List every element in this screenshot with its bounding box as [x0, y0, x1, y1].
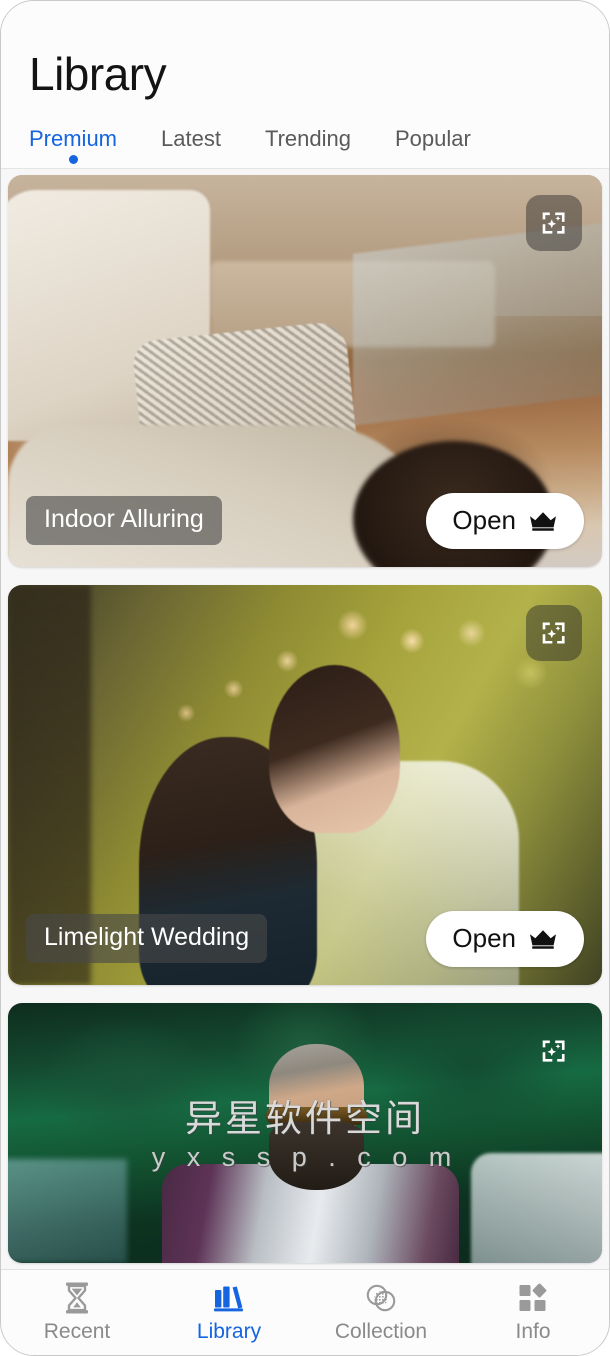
open-button[interactable]: Open — [426, 492, 584, 549]
nav-item-info[interactable]: Info — [457, 1270, 609, 1355]
crown-icon — [530, 511, 556, 531]
nav-item-collection[interactable]: Collection — [305, 1270, 457, 1355]
tab-popular[interactable]: Popular — [395, 126, 471, 168]
auto-enhance-icon[interactable] — [526, 604, 582, 661]
tab-active-dot-indicator — [68, 154, 78, 164]
open-button-label: Open — [452, 923, 516, 954]
hourglass-icon — [62, 1281, 92, 1315]
card-title: Limelight Wedding — [26, 913, 268, 963]
tab-bar: Premium Latest Trending Popular — [1, 100, 609, 168]
shapes-grid-icon — [517, 1281, 549, 1315]
template-card[interactable]: Limelight Wedding Open — [8, 584, 602, 985]
template-card-list[interactable]: Indoor Alluring Open Limelight Wedding O… — [1, 168, 609, 1269]
template-card[interactable]: Indoor Alluring Open — [8, 174, 602, 567]
overlapping-circles-icon — [364, 1281, 398, 1315]
card-thumbnail-outdoor — [8, 1002, 602, 1263]
auto-enhance-icon[interactable] — [526, 1023, 582, 1079]
page-title: Library — [29, 48, 167, 100]
tab-trending-label: Trending — [264, 125, 351, 151]
open-button[interactable]: Open — [426, 910, 584, 967]
books-icon — [212, 1281, 246, 1315]
nav-item-collection-label: Collection — [334, 1320, 428, 1343]
tab-premium[interactable]: Premium — [29, 126, 117, 168]
template-card[interactable] — [8, 1002, 602, 1263]
tab-popular-label: Popular — [394, 125, 471, 151]
nav-item-recent[interactable]: Recent — [1, 1270, 153, 1355]
nav-item-library-label: Library — [196, 1320, 262, 1343]
tab-premium-label: Premium — [29, 125, 118, 151]
card-title: Indoor Alluring — [26, 495, 222, 545]
crown-icon — [530, 929, 556, 949]
nav-item-recent-label: Recent — [43, 1320, 111, 1343]
nav-item-library[interactable]: Library — [153, 1270, 305, 1355]
tab-latest-label: Latest — [161, 125, 221, 151]
auto-enhance-icon[interactable] — [526, 194, 582, 251]
tab-latest[interactable]: Latest — [161, 126, 221, 168]
tab-trending[interactable]: Trending — [265, 126, 351, 168]
nav-item-info-label: Info — [515, 1320, 551, 1343]
phone-screen: Library Premium Latest Trending Popular — [0, 0, 610, 1356]
app-header: Library Premium Latest Trending Popular — [1, 1, 609, 169]
bottom-navigation-bar: Recent Library Collection Info — [1, 1269, 609, 1355]
open-button-label: Open — [452, 505, 516, 536]
